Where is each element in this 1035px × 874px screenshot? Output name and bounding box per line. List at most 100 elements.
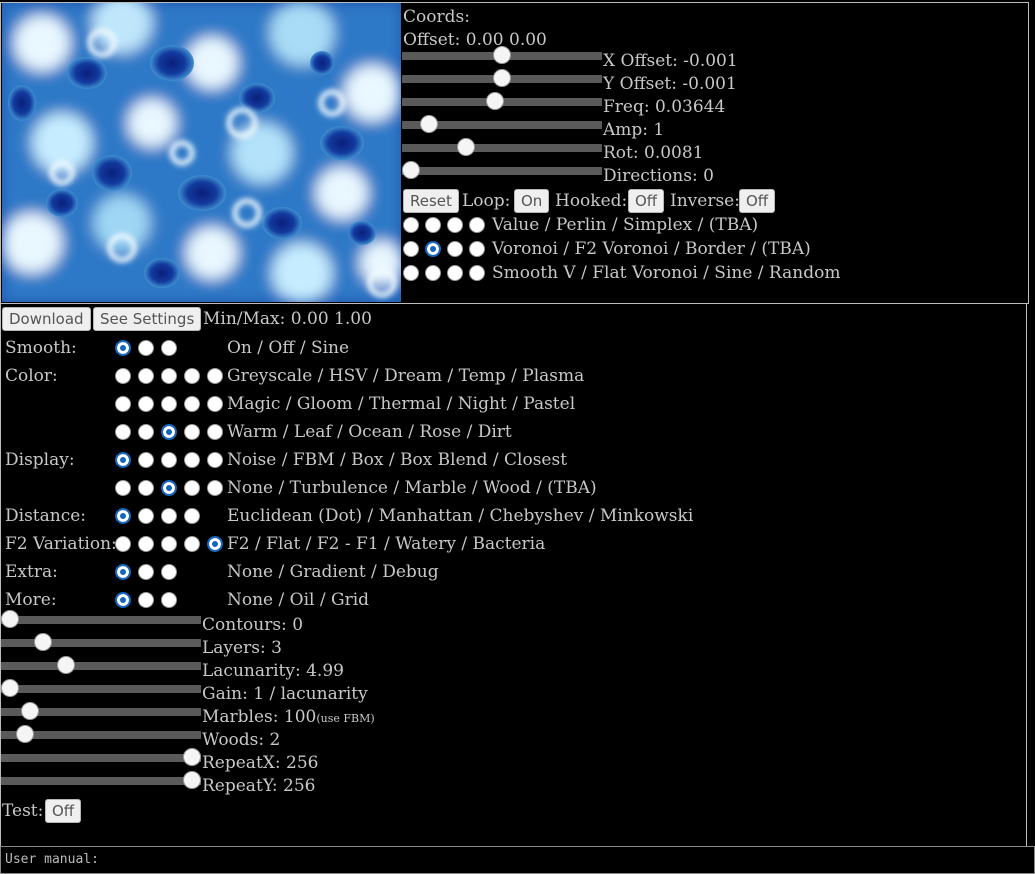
setting-radio-4-1[interactable] <box>138 452 154 468</box>
setting-radio-5-4[interactable] <box>207 480 223 496</box>
reset-button[interactable]: Reset <box>403 189 459 213</box>
setting-radio-3-4[interactable] <box>207 424 223 440</box>
setting-radio-1-4[interactable] <box>207 368 223 384</box>
setting-radio-2-3[interactable] <box>184 396 200 412</box>
setting-radio-2-4[interactable] <box>207 396 223 412</box>
rot-slider[interactable] <box>402 138 602 156</box>
repeat-x-slider[interactable] <box>1 748 201 766</box>
lacunarity-label: Lacunarity: 4.99 <box>202 661 344 681</box>
repeat-y-slider[interactable] <box>1 771 201 789</box>
lacunarity-label-text: Lacunarity: 4.99 <box>202 661 344 681</box>
noise-type-radio-2-2[interactable] <box>447 265 463 281</box>
woods-slider[interactable] <box>1 725 201 743</box>
layers-slider-thumb[interactable] <box>34 633 52 651</box>
gain-slider-thumb[interactable] <box>1 679 19 697</box>
setting-radio-1-3[interactable] <box>184 368 200 384</box>
setting-radio-6-1[interactable] <box>138 508 154 524</box>
directions-slider[interactable] <box>402 161 602 179</box>
noise-type-radio-0-3[interactable] <box>469 217 485 233</box>
setting-radio-5-0[interactable] <box>115 480 131 496</box>
inverse-toggle-button[interactable]: Off <box>739 189 776 213</box>
setting-radio-6-0[interactable] <box>115 508 131 524</box>
setting-radio-9-2[interactable] <box>161 592 177 608</box>
setting-radio-4-0[interactable] <box>115 452 131 468</box>
woods-slider-thumb[interactable] <box>16 725 34 743</box>
offset-readout: Offset: 0.00 0.00 <box>403 30 547 50</box>
noise-type-radio-0-2[interactable] <box>447 217 463 233</box>
setting-radio-2-2[interactable] <box>161 396 177 412</box>
setting-radio-2-1[interactable] <box>138 396 154 412</box>
x-offset-slider-thumb[interactable] <box>493 46 511 64</box>
noise-type-radio-2-3[interactable] <box>469 265 485 281</box>
test-toggle-button[interactable]: Off <box>45 799 82 823</box>
setting-radio-3-0[interactable] <box>115 424 131 440</box>
coords-title: Coords: <box>403 7 470 27</box>
noise-type-radio-2-0[interactable] <box>403 265 419 281</box>
setting-radio-0-1[interactable] <box>138 340 154 356</box>
setting-radio-0-2[interactable] <box>161 340 177 356</box>
setting-radio-3-1[interactable] <box>138 424 154 440</box>
lacunarity-slider[interactable] <box>1 656 201 674</box>
setting-radio-0-0[interactable] <box>115 340 131 356</box>
setting-radio-7-4[interactable] <box>207 536 223 552</box>
lacunarity-slider-thumb[interactable] <box>57 656 75 674</box>
loop-toggle-button[interactable]: On <box>514 189 550 213</box>
setting-radio-7-3[interactable] <box>184 536 200 552</box>
see-settings-button[interactable]: See Settings <box>93 307 202 331</box>
setting-radio-4-3[interactable] <box>184 452 200 468</box>
marbles-slider-thumb[interactable] <box>21 702 39 720</box>
contours-label: Contours: 0 <box>202 615 303 635</box>
setting-radio-4-4[interactable] <box>207 452 223 468</box>
setting-radio-6-3[interactable] <box>184 508 200 524</box>
setting-radio-1-1[interactable] <box>138 368 154 384</box>
marbles-slider[interactable] <box>1 702 201 720</box>
amp-slider[interactable] <box>402 115 602 133</box>
x-offset-slider[interactable] <box>402 46 602 64</box>
setting-radio-2-0[interactable] <box>115 396 131 412</box>
test-label: Test: <box>2 801 44 821</box>
download-button[interactable]: Download <box>2 307 91 331</box>
setting-radio-3-3[interactable] <box>184 424 200 440</box>
noise-type-radio-2-1[interactable] <box>425 265 441 281</box>
setting-radio-1-2[interactable] <box>161 368 177 384</box>
freq-slider-thumb[interactable] <box>486 92 504 110</box>
noise-type-radio-1-1[interactable] <box>425 241 441 257</box>
user-manual-bar[interactable]: User manual: <box>0 846 1035 874</box>
layers-slider[interactable] <box>1 633 201 651</box>
setting-radio-7-2[interactable] <box>161 536 177 552</box>
directions-slider-thumb[interactable] <box>402 161 420 179</box>
setting-radio-3-2[interactable] <box>161 424 177 440</box>
noise-preview-canvas[interactable] <box>2 3 401 302</box>
setting-radio-7-0[interactable] <box>115 536 131 552</box>
setting-options-label: Noise / FBM / Box / Box Blend / Closest <box>227 450 568 470</box>
noise-type-radio-1-2[interactable] <box>447 241 463 257</box>
setting-radio-7-1[interactable] <box>138 536 154 552</box>
setting-radio-8-0[interactable] <box>115 564 131 580</box>
noise-type-radio-1-0[interactable] <box>403 241 419 257</box>
hooked-toggle-button[interactable]: Off <box>628 189 665 213</box>
setting-radio-8-2[interactable] <box>161 564 177 580</box>
setting-radio-5-3[interactable] <box>184 480 200 496</box>
y-offset-slider-thumb[interactable] <box>493 69 511 87</box>
gain-slider[interactable] <box>1 679 201 697</box>
setting-radio-5-2[interactable] <box>161 480 177 496</box>
contours-slider-thumb[interactable] <box>1 610 19 628</box>
setting-radio-6-2[interactable] <box>161 508 177 524</box>
repeat-y-slider-thumb[interactable] <box>183 771 201 789</box>
amp-slider-thumb[interactable] <box>420 115 438 133</box>
noise-type-radio-0-1[interactable] <box>425 217 441 233</box>
setting-radio-4-2[interactable] <box>161 452 177 468</box>
noise-type-radio-1-3[interactable] <box>469 241 485 257</box>
setting-radio-9-0[interactable] <box>115 592 131 608</box>
setting-radio-5-1[interactable] <box>138 480 154 496</box>
contours-slider[interactable] <box>1 610 201 628</box>
freq-slider[interactable] <box>402 92 602 110</box>
setting-radio-8-1[interactable] <box>138 564 154 580</box>
repeat-x-slider-thumb[interactable] <box>183 748 201 766</box>
setting-radio-1-0[interactable] <box>115 368 131 384</box>
setting-radio-9-1[interactable] <box>138 592 154 608</box>
rot-slider-thumb[interactable] <box>457 138 475 156</box>
y-offset-slider[interactable] <box>402 69 602 87</box>
repeat-x-label-text: RepeatX: 256 <box>202 753 319 773</box>
noise-type-radio-0-0[interactable] <box>403 217 419 233</box>
